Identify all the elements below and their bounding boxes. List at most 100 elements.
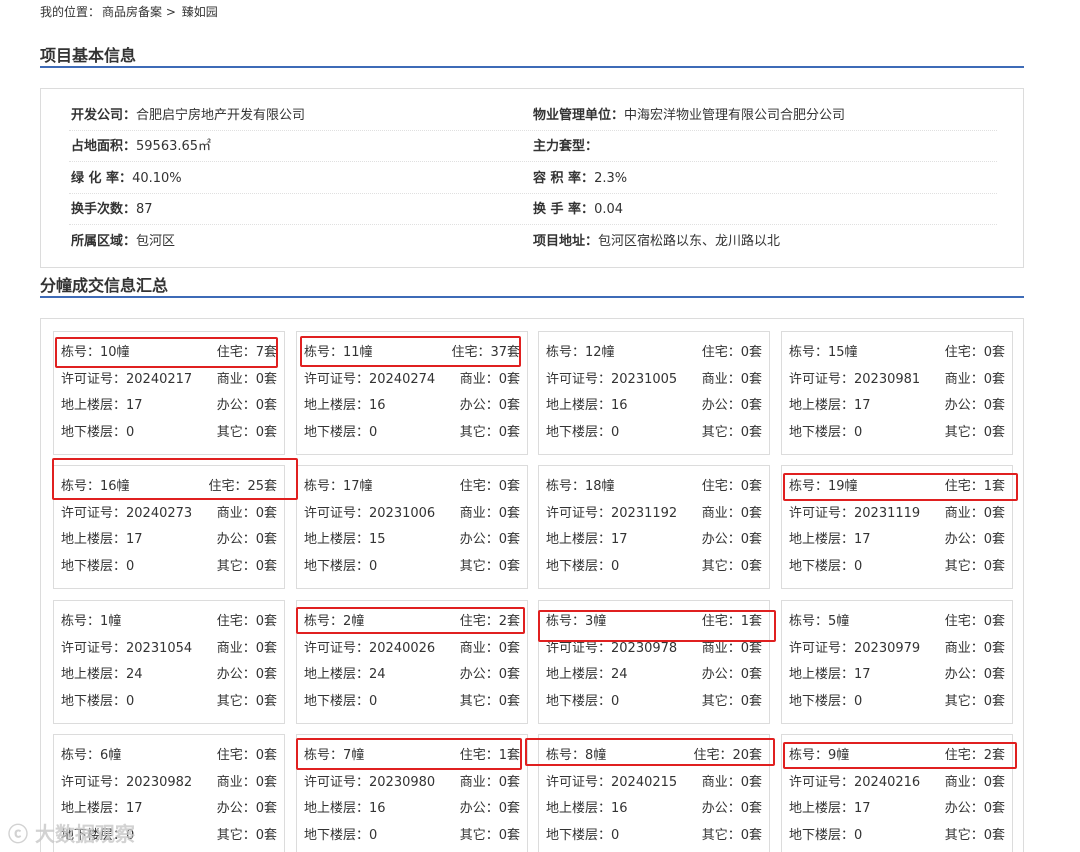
permit-number: 许可证号：20230980: [304, 774, 436, 790]
building-number: 栋号：3幢: [546, 614, 607, 629]
commercial-count: 商业：0套: [701, 371, 762, 387]
floors-below: 地下楼层：0: [546, 558, 620, 574]
residential-count: 住宅：0套: [944, 345, 1005, 360]
building-card: 栋号：12幢 住宅：0套 许可证号：20231005 商业：0套 地上楼层：16 办公：0…: [538, 331, 770, 455]
building-number: 栋号：1幢: [61, 614, 122, 629]
info-key: 主力套型：: [533, 139, 599, 154]
card-row: 地下楼层：0 其它：0套: [61, 420, 277, 446]
residential-count: 住宅：0套: [216, 614, 277, 629]
floors-below: 地下楼层：0: [304, 424, 378, 440]
card-row: 地上楼层：17 办公：0套: [789, 393, 1005, 419]
commercial-count: 商业：0套: [459, 505, 520, 521]
building-summary-title: 分幢成交信息汇总: [40, 276, 169, 295]
floors-above: 地上楼层：16: [304, 801, 386, 816]
card-row: 许可证号：20230981 商业：0套: [789, 367, 1005, 393]
card-row: 许可证号：20240215 商业：0套: [546, 770, 762, 796]
info-key: 项目地址：: [533, 234, 599, 249]
building-number: 栋号：7幢: [304, 748, 365, 763]
other-count: 其它：0套: [216, 693, 277, 709]
card-row: 栋号：5幢 住宅：0套: [789, 609, 1005, 635]
card-row: 地下楼层：0 其它：0套: [789, 554, 1005, 580]
info-value: 59563.65㎡: [136, 139, 212, 154]
card-row: 地下楼层：0 其它：0套: [304, 420, 520, 446]
building-card: 栋号：2幢 住宅：2套 许可证号：20240026 商业：0套 地上楼层：24 办公：0套…: [296, 600, 528, 724]
card-row: 地上楼层：17 办公：0套: [789, 527, 1005, 553]
card-row: 地下楼层：0 其它：0套: [789, 689, 1005, 715]
floors-above: 地上楼层：15: [304, 532, 386, 547]
office-count: 办公：0套: [701, 801, 762, 816]
floors-above: 地上楼层：17: [789, 398, 871, 413]
other-count: 其它：0套: [701, 693, 762, 709]
breadcrumb-separator: >: [165, 5, 176, 19]
building-number: 栋号：15幢: [789, 345, 858, 360]
info-key: 占地面积：: [71, 139, 137, 154]
building-card: 栋号：5幢 住宅：0套 许可证号：20230979 商业：0套 地上楼层：17 办公：0套…: [781, 600, 1013, 724]
card-row: 地下楼层：0 其它：0套: [61, 554, 277, 580]
building-number: 栋号：12幢: [546, 345, 615, 360]
building-card: 栋号：3幢 住宅：1套 许可证号：20230978 商业：0套 地上楼层：24 办公：0套…: [538, 600, 770, 724]
card-row: 栋号：7幢 住宅：1套: [304, 743, 520, 769]
commercial-count: 商业：0套: [701, 640, 762, 656]
other-count: 其它：0套: [701, 424, 762, 440]
floors-below: 地下楼层：0: [304, 693, 378, 709]
floors-below: 地下楼层：0: [789, 558, 863, 574]
info-key: 物业管理单位：: [533, 108, 625, 123]
project-info-panel: 开发公司：合肥启宁房地产开发有限公司 物业管理单位：中海宏洋物业管理有限公司合肥…: [40, 88, 1024, 268]
residential-count: 住宅：0套: [459, 479, 520, 494]
card-row: 许可证号：20240274 商业：0套: [304, 367, 520, 393]
floors-below: 地下楼层：0: [304, 558, 378, 574]
floors-above: 地上楼层：17: [61, 532, 143, 547]
card-row: 地下楼层：0 其它：0套: [546, 420, 762, 446]
floors-below: 地下楼层：0: [304, 827, 378, 843]
permit-number: 许可证号：20240026: [304, 640, 436, 656]
floors-below: 地下楼层：0: [789, 424, 863, 440]
permit-number: 许可证号：20240217: [61, 371, 193, 387]
residential-count: 住宅：20套: [693, 748, 762, 763]
floors-above: 地上楼层：16: [304, 398, 386, 413]
residential-count: 住宅：25套: [208, 479, 277, 494]
floors-above: 地上楼层：17: [61, 398, 143, 413]
building-card: 栋号：15幢 住宅：0套许可证号：20230981 商业：0套 地上楼层：17 办公：0…: [781, 331, 1013, 455]
floors-below: 地下楼层：0: [546, 827, 620, 843]
info-row: 占地面积：59563.65㎡ 主力套型：: [69, 131, 997, 162]
building-number: 栋号：18幢: [546, 479, 615, 494]
breadcrumb-current: 臻如园: [181, 5, 218, 19]
card-row: 许可证号：20230980 商业：0套: [304, 770, 520, 796]
floors-above: 地上楼层：24: [304, 667, 386, 682]
permit-number: 许可证号：20231192: [546, 505, 678, 521]
card-row: 地上楼层：24 办公：0套: [61, 662, 277, 688]
office-count: 办公：0套: [701, 398, 762, 413]
building-summary-heading: 分幢成交信息汇总: [40, 272, 1024, 298]
other-count: 其它：0套: [459, 558, 520, 574]
property-management-field: 物业管理单位：中海宏洋物业管理有限公司合肥分公司: [533, 100, 845, 131]
commercial-count: 商业：0套: [944, 371, 1005, 387]
card-row: 地下楼层：0 其它：0套: [546, 554, 762, 580]
watermark-text: 大数据观察: [34, 822, 135, 846]
residential-count: 住宅：37套: [451, 345, 520, 360]
card-row: 地下楼层：0 其它：0套: [304, 554, 520, 580]
building-number: 栋号：11幢: [304, 345, 373, 360]
residential-count: 住宅：2套: [944, 748, 1005, 763]
floors-below: 地下楼层：0: [61, 558, 135, 574]
floors-below: 地下楼层：0: [789, 827, 863, 843]
other-count: 其它：0套: [216, 424, 277, 440]
card-row: 地上楼层：16 办公：0套: [304, 393, 520, 419]
card-row: 地上楼层：15 办公：0套: [304, 527, 520, 553]
breadcrumb-link-filing[interactable]: 商品房备案: [102, 5, 162, 19]
floors-above: 地上楼层：17: [789, 667, 871, 682]
card-row: 许可证号：20231005 商业：0套: [546, 367, 762, 393]
info-value: 中海宏洋物业管理有限公司合肥分公司: [624, 108, 846, 123]
card-row: 许可证号：20240217 商业：0套: [61, 367, 277, 393]
floors-above: 地上楼层：17: [789, 801, 871, 816]
residential-count: 住宅：1套: [701, 614, 762, 629]
building-number: 栋号：5幢: [789, 614, 850, 629]
residential-count: 住宅：1套: [459, 748, 520, 763]
other-count: 其它：0套: [944, 827, 1005, 843]
floors-below: 地下楼层：0: [61, 693, 135, 709]
residential-count: 住宅：0套: [701, 345, 762, 360]
office-count: 办公：0套: [459, 801, 520, 816]
permit-number: 许可证号：20240215: [546, 774, 678, 790]
info-value: 包河区宿松路以东、龙川路以北: [598, 234, 781, 249]
office-count: 办公：0套: [944, 532, 1005, 547]
card-row: 许可证号：20230978 商业：0套: [546, 636, 762, 662]
